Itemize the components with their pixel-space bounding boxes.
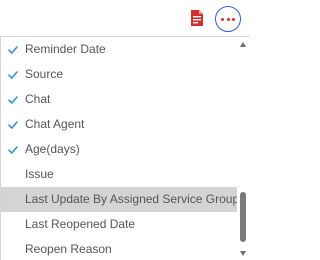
column-list: Reminder Date Source Chat Chat Agent Age(day…: [1, 37, 240, 260]
menu-item[interactable]: Reminder Date: [1, 37, 237, 62]
checkmark-placeholder: [7, 187, 19, 212]
menu-item[interactable]: Chat Agent: [1, 112, 237, 137]
more-options-button[interactable]: [215, 6, 241, 32]
menu-item[interactable]: Age(days): [1, 137, 237, 162]
menu-item-label: Chat: [25, 92, 51, 106]
menu-item-label: Source: [25, 67, 64, 81]
pdf-file-icon: [191, 10, 203, 26]
checkmark-icon: [7, 112, 19, 137]
menu-item-label: Issue: [25, 167, 54, 181]
menu-item-label: Last Reopened Date: [25, 217, 136, 231]
export-pdf-button[interactable]: [190, 10, 204, 26]
menu-item-label: Reopen Reason: [25, 242, 112, 256]
menu-item[interactable]: Reopen Reason: [1, 237, 237, 260]
menu-item[interactable]: Chat: [1, 87, 237, 112]
more-options-icon: [220, 17, 236, 21]
menu-item-label: Reminder Date: [25, 42, 106, 56]
scroll-down-arrow-icon[interactable]: [240, 251, 246, 256]
checkmark-placeholder: [7, 162, 19, 187]
menu-item-label: Last Update By Assigned Service Group: [25, 192, 240, 206]
menu-item-label: Age(days): [25, 142, 80, 156]
scroll-up-arrow-icon[interactable]: [240, 42, 246, 47]
checkmark-icon: [7, 37, 19, 62]
toolbar: [0, 0, 250, 36]
checkmark-placeholder: [7, 237, 19, 260]
scrollbar-thumb[interactable]: [240, 192, 246, 242]
menu-item[interactable]: Issue: [1, 162, 237, 187]
checkmark-icon: [7, 62, 19, 87]
menu-item[interactable]: Source: [1, 62, 237, 87]
column-chooser-panel: Reminder Date Source Chat Chat Agent Age(day…: [0, 0, 250, 260]
checkmark-icon: [7, 87, 19, 112]
menu-item[interactable]: Last Update By Assigned Service Group: [1, 187, 240, 212]
menu-item[interactable]: Last Reopened Date: [1, 212, 237, 237]
column-visibility-menu: Reminder Date Source Chat Chat Agent Age(day…: [0, 36, 250, 260]
menu-item-label: Chat Agent: [25, 117, 85, 131]
checkmark-icon: [7, 137, 19, 162]
menu-scrollbar[interactable]: [237, 37, 250, 260]
checkmark-placeholder: [7, 212, 19, 237]
